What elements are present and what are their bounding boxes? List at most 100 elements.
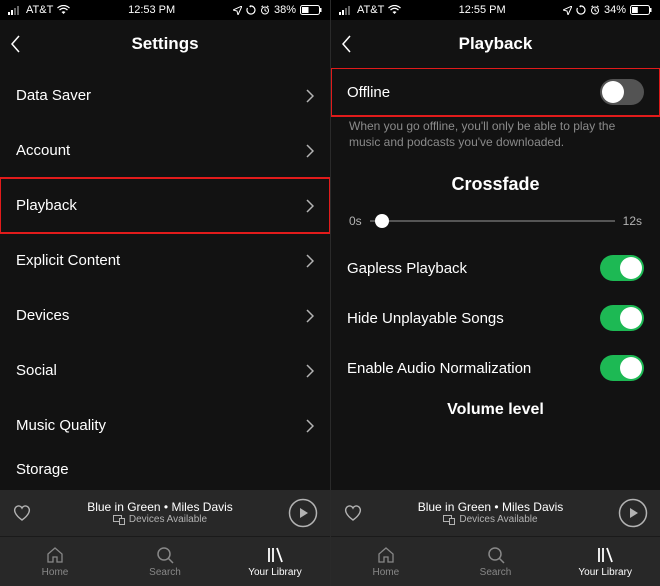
row-playback[interactable]: Playback — [0, 178, 330, 233]
chevron-right-icon — [306, 419, 314, 433]
offline-toggle[interactable] — [600, 79, 644, 105]
carrier-label: AT&T — [357, 4, 384, 16]
track-name: Blue in Green — [87, 500, 160, 514]
row-social[interactable]: Social — [0, 343, 330, 398]
row-devices[interactable]: Devices — [0, 288, 330, 343]
alarm-icon — [590, 5, 600, 15]
play-button[interactable] — [618, 498, 648, 528]
row-label: Offline — [347, 84, 390, 101]
row-label: Storage — [16, 461, 69, 478]
crossfade-slider-row: 0s 12s — [331, 211, 660, 243]
home-icon — [376, 545, 396, 565]
clock-label: 12:55 PM — [459, 4, 506, 16]
tab-home[interactable]: Home — [331, 537, 441, 586]
row-label: Social — [16, 362, 57, 379]
tab-bar: Home Search Your Library — [0, 536, 330, 586]
row-label: Account — [16, 142, 70, 159]
back-button[interactable] — [341, 34, 353, 54]
chevron-right-icon — [306, 364, 314, 378]
row-label: Gapless Playback — [347, 260, 467, 277]
refresh-icon — [576, 5, 586, 15]
devices-icon — [443, 515, 455, 525]
row-label: Data Saver — [16, 87, 91, 104]
now-playing-info: Blue in Green • Miles Davis Devices Avai… — [373, 500, 608, 526]
signal-icon — [339, 5, 353, 15]
now-playing-info: Blue in Green • Miles Davis Devices Avai… — [42, 500, 278, 526]
carrier-label: AT&T — [26, 4, 53, 16]
devices-label: Devices Available — [459, 514, 537, 526]
title-bar: Playback — [331, 20, 660, 68]
row-gapless: Gapless Playback — [331, 243, 660, 293]
chevron-right-icon — [306, 144, 314, 158]
status-bar: AT&T 12:53 PM 38% — [0, 0, 330, 20]
search-icon — [486, 545, 506, 565]
volume-heading: Volume level — [331, 393, 660, 419]
row-offline: Offline — [331, 68, 660, 116]
devices-icon — [113, 515, 125, 525]
chevron-right-icon — [306, 309, 314, 323]
library-icon — [265, 545, 285, 565]
wifi-icon — [388, 5, 401, 15]
tab-search[interactable]: Search — [441, 537, 551, 586]
gapless-toggle[interactable] — [600, 255, 644, 281]
refresh-icon — [246, 5, 256, 15]
row-hide-unplayable: Hide Unplayable Songs — [331, 293, 660, 343]
row-data-saver[interactable]: Data Saver — [0, 68, 330, 123]
row-label: Hide Unplayable Songs — [347, 310, 504, 327]
page-title: Playback — [459, 34, 533, 54]
row-label: Explicit Content — [16, 252, 120, 269]
playback-content: Offline When you go offline, you'll only… — [331, 68, 660, 490]
row-label: Music Quality — [16, 417, 106, 434]
settings-screen: AT&T 12:53 PM 38% Settings — [0, 0, 330, 586]
row-account[interactable]: Account — [0, 123, 330, 178]
alarm-icon — [260, 5, 270, 15]
row-label: Enable Audio Normalization — [347, 360, 531, 377]
location-icon — [563, 6, 572, 15]
now-playing-bar[interactable]: Blue in Green • Miles Davis Devices Avai… — [331, 490, 660, 536]
row-label: Devices — [16, 307, 69, 324]
heart-icon[interactable] — [343, 504, 363, 522]
tab-label: Search — [480, 567, 512, 578]
battery-icon — [300, 5, 322, 15]
row-audio-normalization: Enable Audio Normalization — [331, 343, 660, 393]
row-storage[interactable]: Storage — [0, 453, 330, 481]
crossfade-slider[interactable] — [370, 211, 615, 231]
row-music-quality[interactable]: Music Quality — [0, 398, 330, 453]
page-title: Settings — [131, 34, 198, 54]
library-icon — [595, 545, 615, 565]
hide-unplayable-toggle[interactable] — [600, 305, 644, 331]
play-button[interactable] — [288, 498, 318, 528]
tab-search[interactable]: Search — [110, 537, 220, 586]
playback-screen: AT&T 12:55 PM 34% Playback — [330, 0, 660, 586]
battery-icon — [630, 5, 652, 15]
normalization-toggle[interactable] — [600, 355, 644, 381]
back-button[interactable] — [10, 34, 22, 54]
tab-home[interactable]: Home — [0, 537, 110, 586]
clock-label: 12:53 PM — [128, 4, 175, 16]
row-explicit-content[interactable]: Explicit Content — [0, 233, 330, 288]
slider-min-label: 0s — [349, 214, 362, 228]
tab-label: Home — [42, 567, 69, 578]
settings-list: Data Saver Account Playback Explicit Con… — [0, 68, 330, 490]
search-icon — [155, 545, 175, 565]
row-label: Playback — [16, 197, 77, 214]
tab-library[interactable]: Your Library — [220, 537, 330, 586]
slider-thumb[interactable] — [375, 214, 389, 228]
heart-icon[interactable] — [12, 504, 32, 522]
now-playing-bar[interactable]: Blue in Green • Miles Davis Devices Avai… — [0, 490, 330, 536]
tab-label: Your Library — [248, 567, 302, 578]
artist-name: Miles Davis — [171, 500, 232, 514]
chevron-right-icon — [306, 254, 314, 268]
tab-bar: Home Search Your Library — [331, 536, 660, 586]
slider-max-label: 12s — [623, 214, 642, 228]
tab-label: Your Library — [578, 567, 632, 578]
tab-library[interactable]: Your Library — [550, 537, 660, 586]
artist-name: Miles Davis — [502, 500, 563, 514]
wifi-icon — [57, 5, 70, 15]
offline-help-text: When you go offline, you'll only be able… — [331, 116, 660, 164]
chevron-right-icon — [306, 199, 314, 213]
title-bar: Settings — [0, 20, 330, 68]
location-icon — [233, 6, 242, 15]
signal-icon — [8, 5, 22, 15]
status-bar: AT&T 12:55 PM 34% — [331, 0, 660, 20]
